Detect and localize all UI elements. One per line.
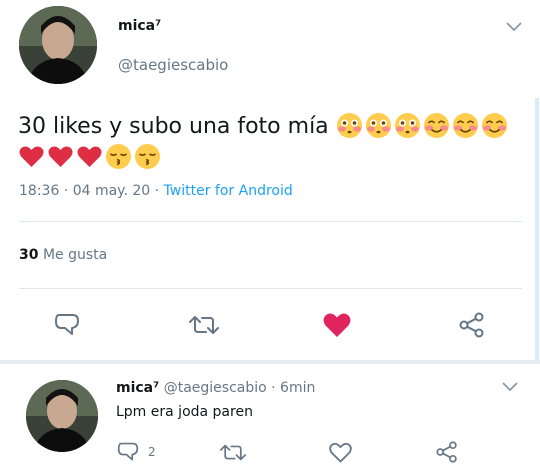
flushed-face-icon bbox=[365, 112, 392, 139]
flushed-face-icon bbox=[336, 112, 363, 139]
red-heart-icon bbox=[76, 143, 103, 170]
share-button[interactable] bbox=[456, 311, 488, 339]
divider bbox=[19, 221, 522, 222]
flushed-face-icon bbox=[394, 112, 421, 139]
reply-icon bbox=[116, 441, 140, 463]
heart-outline-icon bbox=[328, 441, 353, 464]
chevron-down-icon[interactable] bbox=[506, 22, 522, 32]
reply-tweet[interactable]: mica⁷ @taegiescabio · 6min Lpm era joda … bbox=[0, 364, 540, 472]
reply-text: Lpm era joda paren bbox=[116, 404, 253, 420]
kissing-closed-eyes-icon bbox=[105, 143, 132, 170]
share-icon bbox=[458, 312, 486, 338]
avatar[interactable] bbox=[26, 380, 98, 452]
reply-handle[interactable]: @taegiescabio bbox=[164, 380, 267, 396]
chevron-down-icon[interactable] bbox=[502, 382, 518, 392]
tweet-meta: 18:36 · 04 may. 20 · Twitter for Android bbox=[19, 183, 293, 199]
share-icon bbox=[435, 441, 459, 463]
red-heart-icon bbox=[18, 143, 45, 170]
smiling-blush-icon bbox=[452, 112, 479, 139]
smiling-blush-icon bbox=[481, 112, 508, 139]
timestamp[interactable]: 18:36 · 04 may. 20 · bbox=[19, 183, 159, 199]
emoji-row-1 bbox=[336, 112, 508, 139]
scroll-indicator bbox=[535, 98, 539, 360]
reply-icon bbox=[53, 312, 81, 338]
reply-count: 2 bbox=[148, 445, 156, 459]
retweet-icon bbox=[220, 442, 246, 463]
emoji-row-2 bbox=[18, 143, 161, 170]
retweet-button[interactable] bbox=[188, 311, 220, 339]
share-button[interactable] bbox=[433, 440, 461, 464]
display-name[interactable]: mica⁷ bbox=[118, 18, 161, 34]
retweet-button[interactable] bbox=[219, 441, 247, 463]
smiling-blush-icon bbox=[423, 112, 450, 139]
main-tweet: mica⁷ @taegiescabio 30 likes y subo una … bbox=[0, 0, 540, 362]
red-heart-icon bbox=[47, 143, 74, 170]
user-handle[interactable]: @taegiescabio bbox=[118, 56, 228, 74]
reply-button[interactable] bbox=[51, 311, 83, 339]
retweet-icon bbox=[189, 313, 219, 337]
source-link[interactable]: Twitter for Android bbox=[164, 183, 293, 199]
divider bbox=[19, 288, 522, 289]
like-button[interactable] bbox=[321, 310, 353, 340]
like-label: Me gusta bbox=[42, 247, 108, 263]
reply-button[interactable]: 2 bbox=[116, 440, 156, 464]
like-button[interactable] bbox=[326, 440, 354, 464]
kissing-closed-eyes-icon bbox=[134, 143, 161, 170]
like-count: 30 bbox=[19, 247, 39, 263]
reply-header: mica⁷ @taegiescabio · 6min bbox=[116, 380, 315, 396]
reply-time: · 6min bbox=[271, 380, 316, 396]
avatar[interactable] bbox=[19, 6, 97, 84]
tweet-text-content: 30 likes y subo una foto mía bbox=[18, 114, 329, 139]
heart-icon bbox=[322, 311, 352, 339]
reply-display-name[interactable]: mica⁷ bbox=[116, 380, 159, 396]
like-stats[interactable]: 30 Me gusta bbox=[19, 247, 107, 263]
